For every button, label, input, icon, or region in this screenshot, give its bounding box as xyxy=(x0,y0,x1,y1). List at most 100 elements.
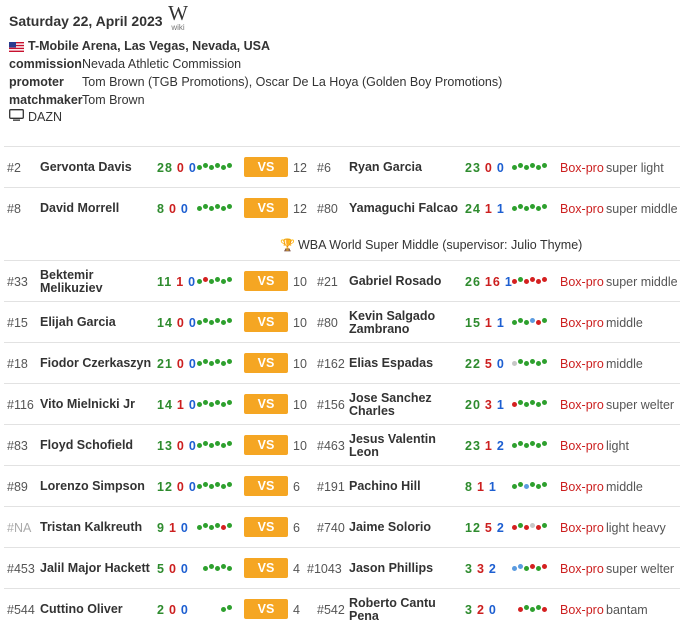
vs-button[interactable]: VS xyxy=(244,599,288,619)
fighter2-record: 26 16 1 xyxy=(465,261,513,302)
weight-division: bantam xyxy=(606,602,648,617)
form-dot xyxy=(542,359,547,364)
fighter2-form xyxy=(512,147,547,188)
boxpro-link[interactable]: Box-pro xyxy=(560,261,604,302)
fighter1-name[interactable]: Jalil Major Hackett xyxy=(40,548,158,589)
fighter1-name[interactable]: Bektemir Melikuziev xyxy=(40,261,158,302)
form-dot xyxy=(227,359,232,364)
form-dot xyxy=(209,279,214,284)
form-dot xyxy=(518,163,523,168)
fighter1-rank: #33 xyxy=(7,274,28,289)
fighter2-losses: 5 xyxy=(484,520,493,535)
fighter1-rank: #116 xyxy=(7,397,34,412)
fighter1-name[interactable]: Tristan Kalkreuth xyxy=(40,507,158,548)
fighter1-name[interactable]: Lorenzo Simpson xyxy=(40,466,158,507)
scheduled-rounds: 10 xyxy=(293,438,307,453)
vs-button[interactable]: VS xyxy=(244,435,288,455)
form-dot xyxy=(518,441,523,446)
boxpro-link[interactable]: Box-pro xyxy=(560,548,604,589)
fighter1-wins: 14 xyxy=(157,397,173,412)
fighter2-name-text: Elias Espadas xyxy=(349,356,434,370)
form-dot xyxy=(524,566,529,571)
fighter1-draws: 0 xyxy=(188,315,197,330)
boxpro-link[interactable]: Box-pro xyxy=(560,188,604,229)
vs-button[interactable]: VS xyxy=(244,558,288,578)
form-dot xyxy=(512,484,517,489)
form-dot xyxy=(536,279,541,284)
boxpro-link[interactable]: Box-pro xyxy=(560,384,604,425)
fighter1-draws: 0 xyxy=(180,520,189,535)
venue-text: T-Mobile Arena, Las Vegas, Nevada, USA xyxy=(28,39,270,53)
form-dot xyxy=(209,206,214,211)
fighter2-name[interactable]: Gabriel Rosado xyxy=(349,261,459,302)
fighter2-name[interactable]: Ryan Garcia xyxy=(349,147,459,188)
fighter2-form xyxy=(512,466,547,507)
vs-button[interactable]: VS xyxy=(244,517,288,537)
form-dot xyxy=(536,484,541,489)
fighter1-name[interactable]: Fiodor Czerkaszyn xyxy=(40,343,158,384)
wiki-link[interactable]: W wiki xyxy=(164,2,192,32)
form-dot xyxy=(227,163,232,168)
fighter2-name[interactable]: Jason Phillips xyxy=(349,548,459,589)
fighter2-name[interactable]: Yamaguchi Falcao xyxy=(349,188,459,229)
vs-button[interactable]: VS xyxy=(244,198,288,218)
form-dot xyxy=(221,206,226,211)
weight-division: super light xyxy=(606,160,664,175)
fighter2-name[interactable]: Elias Espadas xyxy=(349,343,459,384)
form-dot xyxy=(530,163,535,168)
fighter2-losses: 3 xyxy=(484,397,493,412)
vs-button[interactable]: VS xyxy=(244,476,288,496)
fighter2-rank: #162 xyxy=(317,356,345,371)
form-dot xyxy=(524,361,529,366)
form-dot xyxy=(209,564,214,569)
fighter1-wins: 5 xyxy=(157,561,165,576)
vs-button[interactable]: VS xyxy=(244,353,288,373)
boxpro-link[interactable]: Box-pro xyxy=(560,302,604,343)
fighter2-name[interactable]: Jesus Valentin Leon xyxy=(349,425,459,466)
vs-button[interactable]: VS xyxy=(244,157,288,177)
fighter1-record: 910 xyxy=(157,507,189,548)
boxpro-link[interactable]: Box-pro xyxy=(560,589,604,630)
fighter1-name[interactable]: Cuttino Oliver xyxy=(40,589,158,630)
fighter2-wins: 15 xyxy=(465,315,481,330)
scheduled-rounds: 12 xyxy=(293,201,307,216)
fighter1-losses: 0 xyxy=(176,438,185,453)
fighter1-rank: #89 xyxy=(7,479,28,494)
fighter2-record: 332 xyxy=(465,548,497,589)
fighter2-name[interactable]: Roberto Cantu Pena xyxy=(349,589,459,630)
fighter1-name[interactable]: Vito Mielnicki Jr xyxy=(40,384,158,425)
boxpro-link[interactable]: Box-pro xyxy=(560,507,604,548)
fighter1-name[interactable]: Floyd Schofield xyxy=(40,425,158,466)
boxpro-link[interactable]: Box-pro xyxy=(560,343,604,384)
fighter1-name[interactable]: David Morrell xyxy=(40,188,158,229)
bout-row: #2 Gervonta Davis 28 0 0 VS 12 #6 Ryan Garcia 23 0… xyxy=(4,146,680,188)
boxpro-link[interactable]: Box-pro xyxy=(560,425,604,466)
tv-icon xyxy=(9,109,24,124)
fighter1-name[interactable]: Gervonta Davis xyxy=(40,147,158,188)
fighter1-record: 11 1 0 xyxy=(157,261,196,302)
form-dot xyxy=(530,564,535,569)
fighter1-name[interactable]: Elijah Garcia xyxy=(40,302,158,343)
form-dot xyxy=(542,318,547,323)
fighter2-name[interactable]: Pachino Hill xyxy=(349,466,459,507)
fighter2-draws: 1 xyxy=(496,315,505,330)
vs-button[interactable]: VS xyxy=(244,312,288,332)
form-dot xyxy=(542,564,547,569)
fighter1-form xyxy=(197,261,232,302)
form-dot xyxy=(227,482,232,487)
boxpro-link[interactable]: Box-pro xyxy=(560,147,604,188)
fighter2-draws: 1 xyxy=(488,479,497,494)
form-dot xyxy=(203,441,208,446)
form-dot xyxy=(215,318,220,323)
weight-division: middle xyxy=(606,356,643,371)
fighter2-name[interactable]: Jaime Solorio xyxy=(349,507,459,548)
boxpro-link[interactable]: Box-pro xyxy=(560,466,604,507)
vs-button[interactable]: VS xyxy=(244,271,288,291)
form-dot xyxy=(221,361,226,366)
form-dot xyxy=(227,204,232,209)
fighter2-record: 320 xyxy=(465,589,497,630)
vs-button[interactable]: VS xyxy=(244,394,288,414)
fighter2-name[interactable]: Jose Sanchez Charles xyxy=(349,384,459,425)
fighter2-name[interactable]: Kevin Salgado Zambrano xyxy=(349,302,459,343)
bout-row: #544 Cuttino Oliver 2 0 0 VS 4 #542 Roberto Cant… xyxy=(4,588,680,630)
